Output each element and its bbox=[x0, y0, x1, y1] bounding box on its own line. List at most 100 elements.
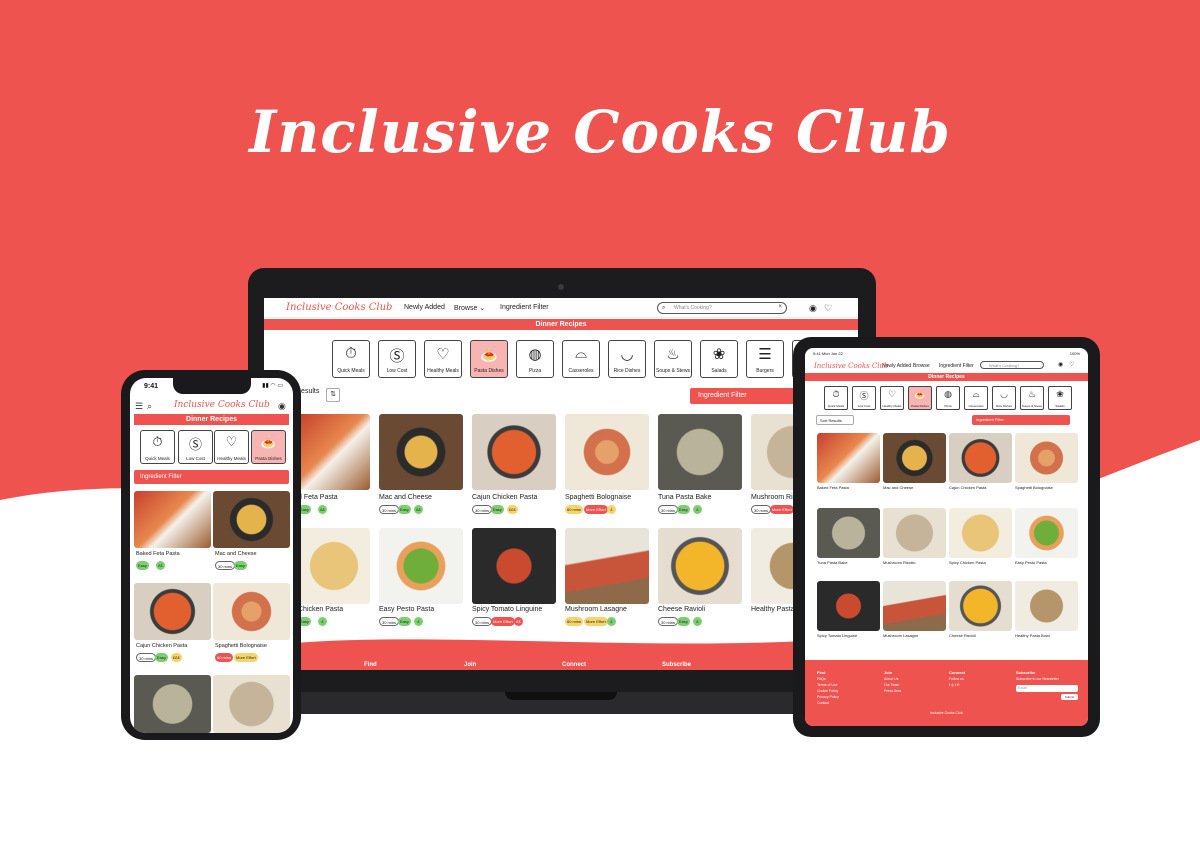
clear-icon[interactable]: × bbox=[778, 304, 782, 310]
category-pasta-dishes[interactable]: 🍝 Pasta Dishes bbox=[470, 340, 508, 378]
heart-icon[interactable]: ♡ bbox=[824, 303, 832, 314]
category-low-cost[interactable]: Ⓢ Low Cost bbox=[852, 386, 876, 410]
recipe-title[interactable]: Mushroom Lasagne bbox=[883, 633, 918, 638]
footer-link[interactable]: Privacy Policy bbox=[817, 695, 839, 699]
category-soups-stews[interactable]: ♨ Soups & Stews bbox=[654, 340, 692, 378]
recipe-image[interactable] bbox=[1015, 433, 1078, 483]
category-rice-dishes[interactable]: ◡ Rice Dishes bbox=[608, 340, 646, 378]
category-casseroles[interactable]: ⌓ Casseroles bbox=[964, 386, 988, 410]
category-low-cost[interactable]: Ⓢ Low Cost bbox=[378, 340, 416, 378]
search-input[interactable]: What's Cooking? bbox=[980, 361, 1044, 369]
category-low-cost[interactable]: Ⓢ Low Cost bbox=[178, 430, 213, 464]
email-field[interactable]: Email bbox=[1016, 685, 1078, 692]
recipe-image[interactable] bbox=[658, 528, 742, 604]
recipe-image[interactable] bbox=[1015, 508, 1078, 558]
recipe-title[interactable]: Mac and Cheese bbox=[379, 494, 432, 501]
recipe-title[interactable]: Cajun Chicken Pasta bbox=[472, 494, 537, 501]
nav-browse[interactable]: Browse bbox=[913, 363, 930, 369]
recipe-image[interactable] bbox=[213, 583, 290, 640]
recipe-image[interactable] bbox=[472, 528, 556, 604]
recipe-title[interactable]: Easy Pesto Pasta bbox=[379, 606, 434, 613]
category-quick-meals[interactable]: ⏱ Quick Meals bbox=[140, 430, 175, 464]
recipe-image[interactable] bbox=[883, 433, 946, 483]
category-quick-meals[interactable]: ⏱ Quick Meals bbox=[332, 340, 370, 378]
recipe-image[interactable] bbox=[817, 433, 880, 483]
footer-link[interactable]: Our Team bbox=[884, 683, 899, 687]
footer-link[interactable]: About Us bbox=[884, 677, 898, 681]
heart-icon[interactable]: ♡ bbox=[1069, 361, 1074, 368]
category-rice-dishes[interactable]: ◡ Rice Dishes bbox=[992, 386, 1016, 410]
nav-newly-added[interactable]: Newly Added bbox=[404, 304, 445, 311]
recipe-image[interactable] bbox=[213, 675, 290, 733]
search-icon[interactable]: ⌕ bbox=[147, 401, 152, 412]
recipe-title[interactable]: Mac and Cheese bbox=[883, 485, 913, 490]
footer-link[interactable]: Contact bbox=[817, 701, 829, 705]
recipe-title[interactable]: Cheese Ravioli bbox=[949, 633, 976, 638]
nav-ingredient-filter[interactable]: Ingredient Filter bbox=[500, 304, 549, 311]
recipe-image[interactable] bbox=[213, 491, 290, 548]
recipe-image[interactable] bbox=[134, 491, 211, 548]
recipe-image[interactable] bbox=[379, 528, 463, 604]
sort-results-button[interactable]: Sort Results bbox=[816, 415, 854, 425]
recipe-title[interactable]: Healthy Pasta Bowl bbox=[1015, 633, 1050, 638]
recipe-image[interactable] bbox=[565, 528, 649, 604]
recipe-image[interactable] bbox=[949, 433, 1012, 483]
nav-newly-added[interactable]: Newly Added bbox=[882, 363, 911, 369]
footer-link[interactable]: FAQs bbox=[817, 677, 826, 681]
site-logo[interactable]: Inclusive Cooks Club bbox=[814, 362, 889, 370]
recipe-title[interactable]: Mushroom Lasagne bbox=[565, 606, 627, 613]
recipe-image[interactable] bbox=[658, 414, 742, 490]
category-healthy-meals[interactable]: ♡ Healthy Meals bbox=[880, 386, 904, 410]
menu-icon[interactable]: ☰ bbox=[135, 401, 143, 412]
recipe-image[interactable] bbox=[379, 414, 463, 490]
recipe-title[interactable]: Cheese Ravioli bbox=[658, 606, 705, 613]
recipe-title[interactable]: d Feta Pasta bbox=[298, 494, 338, 501]
recipe-title[interactable]: Cajun Chicken Pasta bbox=[949, 485, 986, 490]
nav-ingredient-filter[interactable]: Ingredient Filter bbox=[939, 363, 974, 369]
recipe-image[interactable] bbox=[134, 675, 211, 733]
category-pizza[interactable]: ◍ Pizza bbox=[936, 386, 960, 410]
footer-link[interactable]: Terms of Use bbox=[817, 683, 838, 687]
category-pizza[interactable]: ◍ Pizza bbox=[516, 340, 554, 378]
recipe-image[interactable] bbox=[565, 414, 649, 490]
recipe-title[interactable]: Spaghetti Bolognaise bbox=[565, 494, 631, 501]
recipe-title[interactable]: Baked Feta Pasta bbox=[136, 551, 180, 557]
category-salads[interactable]: ❀ Salads bbox=[1048, 386, 1072, 410]
category-casseroles[interactable]: ⌓ Casseroles bbox=[562, 340, 600, 378]
recipe-image[interactable] bbox=[298, 528, 370, 604]
site-logo[interactable]: Inclusive Cooks Club bbox=[286, 302, 392, 313]
category-healthy-meals[interactable]: ♡ Healthy Meals bbox=[214, 430, 249, 464]
submit-button[interactable]: Submit bbox=[1061, 694, 1078, 700]
account-icon[interactable]: ◉ bbox=[278, 401, 286, 412]
footer-link[interactable]: Press Area bbox=[884, 689, 901, 693]
recipe-title[interactable]: Chicken Pasta bbox=[298, 606, 343, 613]
nav-browse[interactable]: Browse ⌄ bbox=[454, 304, 485, 312]
category-pasta-dishes[interactable]: 🍝 Pasta Dishes bbox=[251, 430, 286, 464]
recipe-title[interactable]: Cajun Chicken Pasta bbox=[136, 643, 187, 649]
recipe-image[interactable] bbox=[817, 508, 880, 558]
recipe-title[interactable]: Mushroom Risotto bbox=[883, 560, 915, 565]
recipe-title[interactable]: Tuna Pasta Bake bbox=[817, 560, 848, 565]
recipe-title[interactable]: Easy Pesto Pasta bbox=[1015, 560, 1047, 565]
recipe-title[interactable]: Spicy Chicken Pasta bbox=[949, 560, 986, 565]
recipe-image[interactable] bbox=[949, 581, 1012, 631]
recipe-image[interactable] bbox=[883, 508, 946, 558]
recipe-image[interactable] bbox=[1015, 581, 1078, 631]
category-pasta-dishes[interactable]: 🍝 Pasta Dishes bbox=[908, 386, 932, 410]
recipe-image[interactable] bbox=[298, 414, 370, 490]
account-icon[interactable]: ◉ bbox=[1058, 361, 1063, 368]
recipe-title[interactable]: Spicy Tomato Linguine bbox=[472, 606, 542, 613]
search-input[interactable]: ⌕ What's Cooking? × bbox=[657, 302, 787, 314]
recipe-image[interactable] bbox=[472, 414, 556, 490]
site-logo[interactable]: Inclusive Cooks Club bbox=[174, 400, 270, 410]
category-salads[interactable]: ❀ Salads bbox=[700, 340, 738, 378]
category-quick-meals[interactable]: ⏱ Quick Meals bbox=[824, 386, 848, 410]
category-healthy-meals[interactable]: ♡ Healthy Meals bbox=[424, 340, 462, 378]
ingredient-filter-dropdown[interactable]: Ingredient Filter bbox=[134, 470, 289, 484]
recipe-image[interactable] bbox=[883, 581, 946, 631]
social-icons[interactable]: f ◎ t ℗ bbox=[949, 683, 960, 687]
recipe-title[interactable]: Tuna Pasta Bake bbox=[658, 494, 711, 501]
recipe-title[interactable]: Baked Feta Pasta bbox=[817, 485, 849, 490]
recipe-image[interactable] bbox=[134, 583, 211, 640]
recipe-image[interactable] bbox=[949, 508, 1012, 558]
